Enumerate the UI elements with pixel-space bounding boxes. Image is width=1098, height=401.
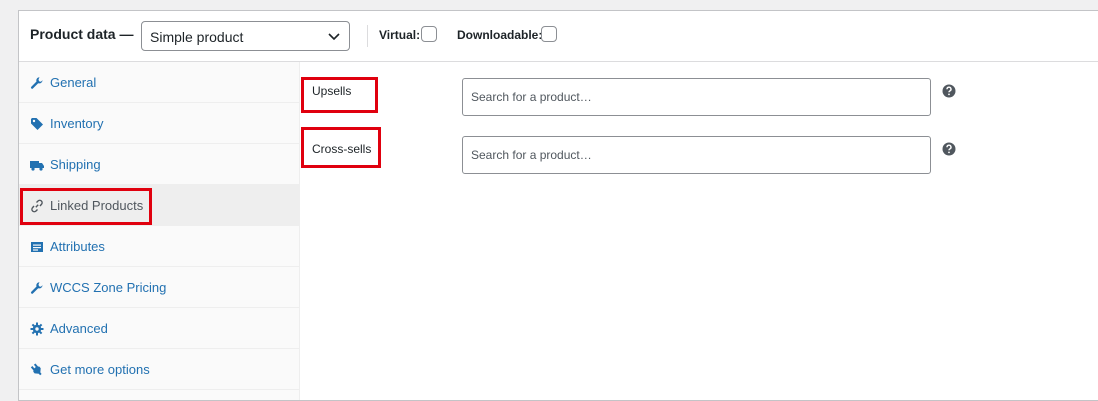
tab-label: General xyxy=(50,75,97,90)
header-divider xyxy=(367,25,368,47)
virtual-checkbox[interactable] xyxy=(421,26,437,42)
wrench-icon xyxy=(30,282,43,294)
product-data-panel: Product data — Simple product Virtual: D… xyxy=(18,10,1098,401)
help-icon[interactable] xyxy=(942,84,956,98)
upsells-label: Upsells xyxy=(312,84,352,98)
tab-label: Get more options xyxy=(50,362,150,377)
tab-attributes[interactable]: Attributes xyxy=(19,226,299,267)
tab-inventory[interactable]: Inventory xyxy=(19,103,299,144)
downloadable-checkbox[interactable] xyxy=(541,26,557,42)
chevron-down-icon xyxy=(328,33,340,41)
product-data-tabs: General Inventory Shipping Linked Produc… xyxy=(19,62,300,400)
plugin-icon xyxy=(30,363,42,376)
truck-icon xyxy=(30,161,44,171)
tab-label: Shipping xyxy=(50,157,101,172)
tab-wccs-zone-pricing[interactable]: WCCS Zone Pricing xyxy=(19,267,299,308)
help-icon[interactable] xyxy=(942,142,956,156)
product-type-value: Simple product xyxy=(150,29,244,45)
tag-icon xyxy=(31,118,43,130)
tab-label: Advanced xyxy=(50,321,108,336)
product-data-title: Product data — xyxy=(30,26,134,42)
tab-get-more-options[interactable]: Get more options xyxy=(19,349,299,390)
upsells-search-input[interactable] xyxy=(462,78,931,116)
downloadable-label: Downloadable: xyxy=(457,28,543,42)
cross-sells-label: Cross-sells xyxy=(312,142,372,156)
product-type-select[interactable]: Simple product xyxy=(141,21,350,51)
cross-sells-search-input[interactable] xyxy=(462,136,931,174)
wrench-icon xyxy=(30,77,43,89)
link-icon xyxy=(31,199,43,213)
product-data-header: Product data — Simple product Virtual: D… xyxy=(19,11,1098,62)
tab-linked-products[interactable]: Linked Products xyxy=(19,185,299,226)
tab-shipping[interactable]: Shipping xyxy=(19,144,299,185)
tab-general[interactable]: General xyxy=(19,62,299,103)
virtual-label: Virtual: xyxy=(379,28,421,42)
list-icon xyxy=(31,242,43,252)
tab-label: WCCS Zone Pricing xyxy=(50,280,167,295)
gear-icon xyxy=(30,322,44,336)
tab-label: Inventory xyxy=(50,116,104,131)
tab-label: Attributes xyxy=(50,239,105,254)
tab-label: Linked Products xyxy=(50,198,144,213)
tab-advanced[interactable]: Advanced xyxy=(19,308,299,349)
